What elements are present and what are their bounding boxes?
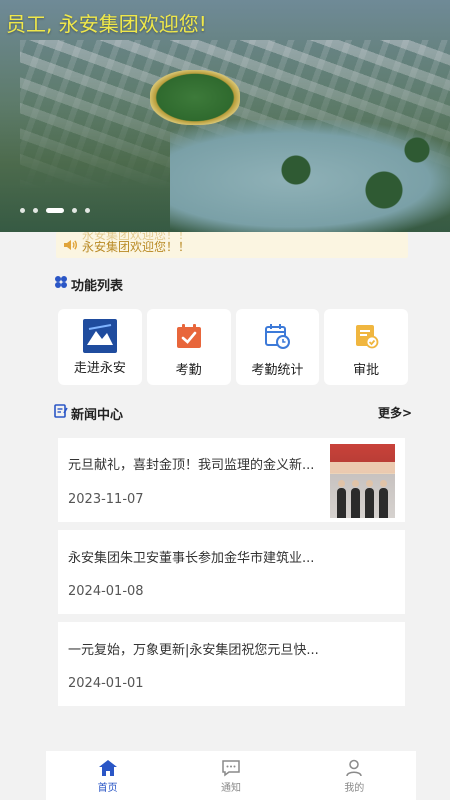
function-attendance[interactable]: 考勤 bbox=[146, 309, 231, 385]
function-label: 走进永安 bbox=[73, 361, 126, 376]
tab-notifications[interactable]: 通知 bbox=[169, 751, 292, 800]
tab-profile[interactable]: 我的 bbox=[293, 751, 416, 800]
speaker-icon bbox=[64, 240, 77, 250]
function-about-yongan[interactable]: 走进永安 bbox=[58, 309, 142, 385]
news-item[interactable]: 永安集团朱卫安董事长参加金华市建筑业... 2024-01-08 bbox=[58, 530, 405, 614]
banner-carousel[interactable]: 员工, 永安集团欢迎您! bbox=[0, 0, 450, 232]
function-label: 考勤统计 bbox=[251, 363, 304, 378]
news-item-date: 2023-11-07 bbox=[68, 492, 144, 507]
calendar-clock-icon bbox=[260, 319, 294, 353]
news-title: 新闻中心 bbox=[71, 408, 124, 423]
carousel-dot[interactable] bbox=[20, 208, 25, 213]
carousel-dot[interactable] bbox=[85, 208, 90, 213]
notice-text: 永安集团欢迎您！！ bbox=[82, 240, 191, 254]
bottom-tab-bar: 首页 通知 我的 bbox=[46, 751, 416, 800]
news-item[interactable]: 元旦献礼，喜封金顶！我司监理的金义新... 2023-11-07 bbox=[58, 438, 405, 522]
tab-label: 通知 bbox=[220, 783, 241, 794]
carousel-dot[interactable] bbox=[72, 208, 77, 213]
news-item-date: 2024-01-01 bbox=[68, 676, 144, 691]
carousel-dot-active[interactable] bbox=[46, 208, 64, 213]
grid-icon bbox=[55, 276, 67, 288]
notice-bar[interactable]: 永安集团欢迎您！！ 永安集团欢迎您！！ bbox=[56, 232, 408, 258]
tab-label: 我的 bbox=[344, 783, 365, 794]
news-item-title: 永安集团朱卫安董事长参加金华市建筑业... bbox=[68, 551, 315, 566]
user-icon bbox=[346, 759, 363, 777]
news-thumbnail bbox=[330, 444, 395, 518]
function-approval[interactable]: 审批 bbox=[324, 309, 408, 385]
calendar-check-icon bbox=[172, 319, 206, 353]
news-item-title: 一元复始，万象更新|永安集团祝您元旦快... bbox=[68, 643, 319, 658]
document-approve-icon bbox=[349, 319, 383, 353]
carousel-indicators bbox=[20, 208, 90, 213]
banner-trees bbox=[230, 130, 450, 230]
news-item-title: 元旦献礼，喜封金顶！我司监理的金义新... bbox=[68, 458, 315, 473]
home-icon bbox=[98, 760, 117, 776]
function-label: 考勤 bbox=[175, 363, 202, 378]
functions-title: 功能列表 bbox=[71, 279, 124, 294]
function-label: 审批 bbox=[353, 363, 380, 378]
function-grid: 走进永安 考勤 考勤统计 审批 bbox=[58, 309, 408, 385]
banner-stadium bbox=[150, 70, 240, 125]
carousel-dot[interactable] bbox=[33, 208, 38, 213]
news-item-date: 2024-01-08 bbox=[68, 584, 144, 599]
tab-label: 首页 bbox=[97, 783, 118, 794]
banner-title: 员工, 永安集团欢迎您! bbox=[6, 12, 207, 36]
function-attendance-stats[interactable]: 考勤统计 bbox=[235, 309, 320, 385]
tab-home[interactable]: 首页 bbox=[46, 751, 169, 800]
message-icon bbox=[222, 760, 240, 777]
news-icon bbox=[54, 404, 68, 418]
news-more-link[interactable]: 更多> bbox=[378, 404, 412, 421]
company-logo-icon bbox=[82, 319, 117, 353]
news-item[interactable]: 一元复始，万象更新|永安集团祝您元旦快... 2024-01-01 bbox=[58, 622, 405, 706]
